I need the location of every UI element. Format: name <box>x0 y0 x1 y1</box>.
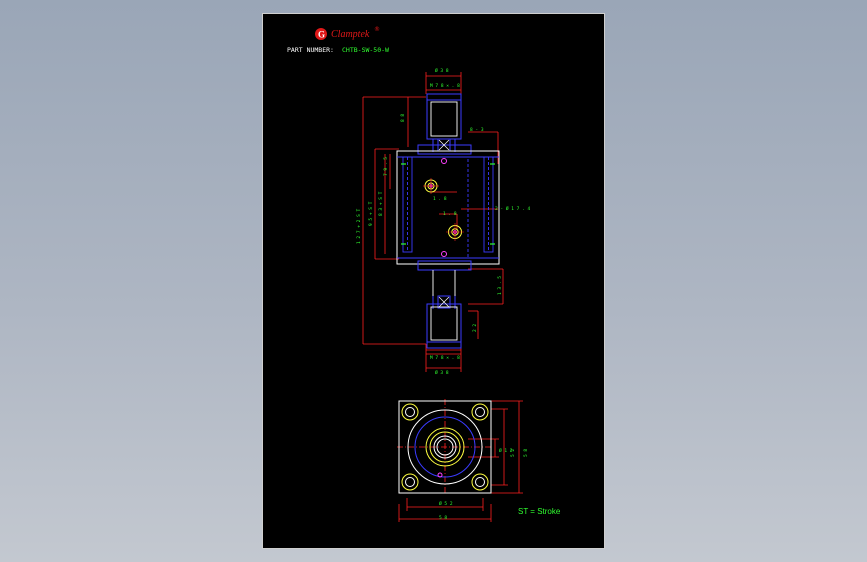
dim-left-inner: 9 5 + S T <box>368 201 374 226</box>
svg-text:G: G <box>318 30 325 40</box>
dim-bottom-width: Ø 3 8 <box>435 369 449 376</box>
dim-right-top: 8 - 3 <box>470 127 484 133</box>
dim-left-small: 7 9 . 5 <box>383 157 389 176</box>
front-view <box>362 72 504 372</box>
drawing-canvas: G Clamptek ® PART NUMBER: CHTB-SW-50-W Ø… <box>287 26 561 522</box>
part-number-value: CHTB-SW-50-W <box>342 46 389 54</box>
dim-top-width: Ø 3 8 <box>435 67 449 74</box>
dim-bottom-thread: M 7 8 × . 8 <box>430 355 460 361</box>
dim-center-small: 1 . 8 <box>433 196 447 202</box>
dim-left-overall: 1 2 7 + 2 S T <box>356 208 362 244</box>
dim-height-1: 5 2 <box>510 449 516 457</box>
dim-left-middle: 8 3 + S T <box>378 191 384 216</box>
dim-right-side-lower: 2 2 <box>472 324 478 332</box>
dim-height-2: 5 8 <box>523 449 529 457</box>
dim-top-offset: 8 8 <box>400 114 406 122</box>
dim-side-callout: 2 - Ø 1 7 . 4 <box>495 205 531 212</box>
dim-right-lower: 1 3 . 5 <box>497 276 503 295</box>
dim-top-thread: M 7 8 × . 8 <box>430 83 460 89</box>
dim-width-1: Ø 5 2 <box>439 500 453 507</box>
brand-registered-mark: ® <box>374 26 380 33</box>
brand-name: Clamptek <box>331 29 370 40</box>
drawing-sheet: G Clamptek ® PART NUMBER: CHTB-SW-50-W Ø… <box>262 13 605 549</box>
logo: G Clamptek ® <box>315 26 380 40</box>
dim-width-2: 5 8 <box>439 515 447 521</box>
dim-center-tol: 1 . 8 <box>443 211 457 217</box>
part-number-label: PART NUMBER: <box>287 46 334 54</box>
bottom-view <box>397 399 523 522</box>
cad-viewport[interactable]: G Clamptek ® PART NUMBER: CHTB-SW-50-W Ø… <box>0 0 867 562</box>
stroke-note: ST = Stroke <box>518 507 561 516</box>
